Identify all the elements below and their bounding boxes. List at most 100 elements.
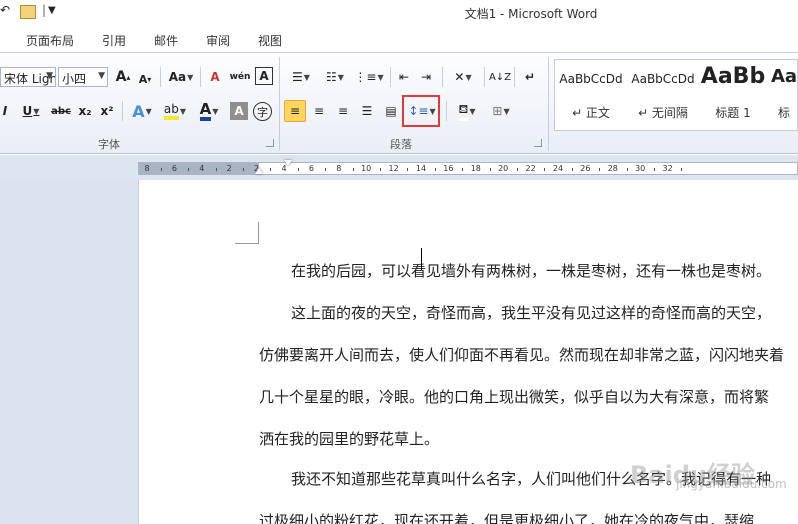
ruler-tick [215,168,217,171]
align-left-button[interactable]: ≡ [284,100,306,122]
ruler-tick [653,168,655,171]
line-spacing-button[interactable]: ↕≡ ▼ [408,101,436,121]
ruler-label: 2 [226,164,232,173]
paragraph-line[interactable]: 在我的后园，可以看见墙外有两株树，一株是枣树，还有一株也是枣树。 [291,260,771,281]
style-sample: AaBb [700,64,766,89]
ruler-tick [379,168,381,171]
subscript-button[interactable]: x₂ [76,101,94,121]
style-sample: AaBbCcDd [631,72,695,86]
ruler-tick [434,168,436,171]
character-shading-button[interactable]: A [230,102,248,120]
group-divider [279,57,280,151]
style-heading-2[interactable]: Aa 标 [769,60,798,130]
tab-references[interactable]: 引用 [102,32,126,49]
character-border-button[interactable]: A [255,67,273,85]
underline-icon: U [22,104,33,118]
increase-indent-button[interactable]: ⇥ [416,67,436,87]
ruler-tick [297,168,299,171]
group-divider [548,57,549,151]
font-color-button[interactable]: A ▼ [194,101,224,121]
divider [446,101,447,121]
decrease-indent-button[interactable]: ⇤ [394,67,414,87]
ruler-label: 18 [470,164,481,173]
shading-button[interactable]: ⛾ ▼ [452,101,482,121]
clear-format-icon: A [210,70,220,84]
shrink-font-button[interactable]: A ▾ [136,69,154,89]
style-heading-1[interactable]: AaBb 标题 1 [699,60,767,130]
divider [160,67,161,87]
align-right-button[interactable]: ≡ [333,101,353,121]
style-sample: AaBbCcDd [559,72,623,86]
divider [514,67,515,87]
italic-icon: I [2,104,8,118]
paragraph-line[interactable]: 这上面的夜的天空，奇怪而高，我生平没有见过这样的奇怪而高的天空， [291,302,771,323]
tab-review[interactable]: 审阅 [206,32,230,49]
ruler-tick [681,168,683,171]
chinese-layout-button[interactable]: ✕ ▼ [448,67,478,87]
paragraph-line[interactable]: 洒在我的园里的野花草上。 [259,428,439,449]
tab-page-layout[interactable]: 页面布局 [26,32,74,49]
superscript-icon: x² [100,104,114,118]
superscript-button[interactable]: x² [98,101,116,121]
horizontal-ruler[interactable]: 8 6 4 2 2 4 6 8 10 12 14 16 18 20 22 24 26 28 30 32 [138,162,798,175]
tab-view[interactable]: 视图 [258,32,282,49]
justify-button[interactable]: ☰ [357,101,377,121]
strikethrough-button[interactable]: abc [50,101,72,121]
highlight-color-button[interactable]: ab ▼ [160,101,190,121]
align-right-icon: ≡ [337,104,349,118]
ruler-label: 8 [144,164,150,173]
first-line-indent-marker[interactable] [284,160,292,166]
paragraph-mark-icon: ↵ [524,70,536,84]
phonetic-guide-button[interactable]: wén [229,67,251,87]
ruler-label: 4 [199,164,205,173]
numbering-button[interactable]: ☷ ▼ [320,67,350,87]
ruler-label: 8 [336,164,342,173]
ruler-tick [462,168,464,171]
sort-button[interactable]: A↓Z [489,67,511,87]
style-name: ↵ 正文 [572,106,610,120]
ruler-tick [352,168,354,171]
style-no-spacing[interactable]: AaBbCcDd ↵ 无间隔 [627,60,699,130]
divider [122,101,123,121]
clear-format-button[interactable]: A [205,67,225,87]
chinese-layout-icon: ✕ [454,70,465,84]
ruler-label: 10 [361,164,372,173]
multilevel-list-icon: ⋮≡ [354,70,377,84]
distributed-button[interactable]: ▤ [381,101,401,121]
font-size-combo[interactable]: 小四 ▼ [58,67,108,87]
font-name-combo[interactable]: 宋体 Ligh ▼ [0,67,56,87]
text-effects-icon: A [132,101,145,121]
text-effects-button[interactable]: A ▼ [128,101,156,121]
style-normal[interactable]: AaBbCcDd ↵ 正文 [555,60,627,130]
align-center-button[interactable]: ≡ [309,101,329,121]
paragraph-line[interactable]: 仿佛要离开人间而去，使人们仰面不再看见。然而现在却非常之蓝，闪闪地夹着 [259,344,784,365]
word-window: ↶ | ▼ 文档1 - Microsoft Word 页面布局 引用 邮件 审阅… [0,0,798,524]
grow-font-button[interactable]: A ▴ [114,67,132,87]
chevron-down-icon: ▼ [98,71,105,81]
ruler-tick [544,168,546,171]
borders-button[interactable]: ⊞ ▼ [486,101,516,121]
paragraph-dialog-launcher-icon[interactable] [534,139,542,147]
divider [390,67,391,87]
ruler-label: 28 [607,164,618,173]
align-left-icon: ≡ [289,104,301,118]
enclose-characters-button[interactable]: 字 [253,102,272,121]
font-dialog-launcher-icon[interactable] [266,139,274,147]
font-color-icon: A [199,101,212,121]
ruler-label: 26 [580,164,591,173]
font-group-label: 字体 [98,138,120,151]
paragraph-line[interactable]: 几十个星星的眼，冷眼。他的口角上现出微笑，似乎自以为大有深意，而将繁 [259,386,769,407]
underline-button[interactable]: U ▼ [18,101,44,121]
hanging-indent-marker[interactable] [255,168,263,174]
show-marks-button[interactable]: ↵ [520,67,540,87]
tab-mailings[interactable]: 邮件 [154,32,178,49]
multilevel-list-button[interactable]: ⋮≡ ▼ [354,67,384,87]
align-center-icon: ≡ [313,104,325,118]
ruler-tick [242,168,244,171]
italic-button[interactable]: I [0,101,10,121]
change-case-button[interactable]: Aa ▼ [166,67,196,87]
ribbon: 宋体 Ligh ▼ 小四 ▼ A ▴ A ▾ Aa ▼ A wén A I U ▼ abc … [0,52,798,154]
divider [442,67,443,87]
baidu-watermark: Baidu经验 jingyan.baidu.com [628,455,798,515]
bullets-button[interactable]: ☰ ▼ [286,67,316,87]
